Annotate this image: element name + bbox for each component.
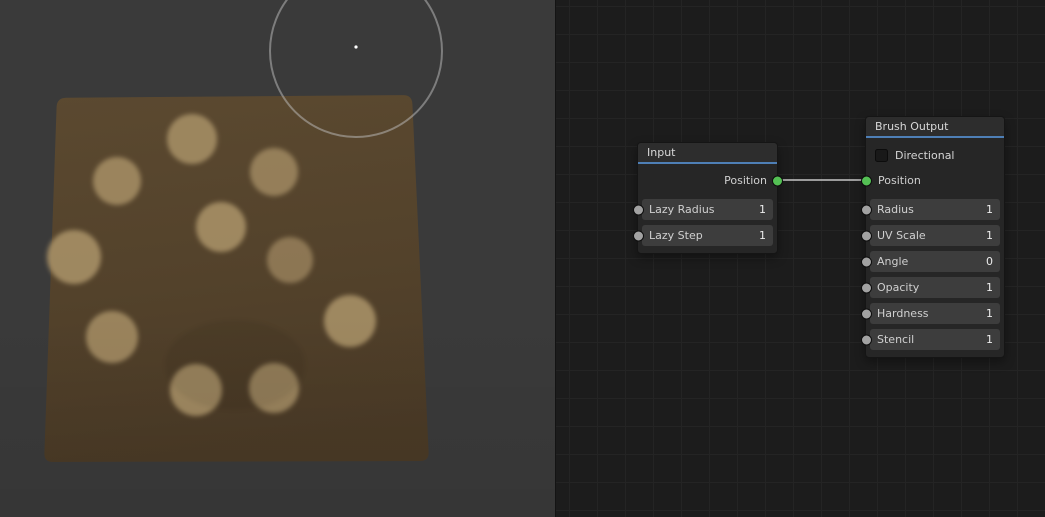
radius-field[interactable]: Radius 1 bbox=[870, 199, 1000, 220]
lazy-radius-row: Lazy Radius 1 bbox=[632, 199, 777, 220]
lazy-radius-value: 1 bbox=[759, 203, 766, 216]
radius-label: Radius bbox=[877, 203, 914, 216]
input-position-row: Position bbox=[638, 168, 783, 194]
node-editor[interactable]: Input Position Lazy Radius 1 Lazy Step 1… bbox=[555, 0, 1045, 517]
node-brush-output[interactable]: Brush Output Directional Position Radius… bbox=[860, 116, 1005, 358]
input-position-output-socket[interactable] bbox=[771, 175, 783, 187]
viewport-render bbox=[0, 0, 555, 517]
directional-checkbox[interactable] bbox=[875, 148, 888, 162]
brush-output-node-title: Brush Output bbox=[875, 120, 949, 133]
angle-label: Angle bbox=[877, 255, 909, 268]
lazy-radius-field[interactable]: Lazy Radius 1 bbox=[642, 199, 773, 220]
stencil-value: 1 bbox=[986, 333, 993, 346]
uv-scale-field[interactable]: UV Scale 1 bbox=[870, 225, 1000, 246]
angle-row: Angle 0 bbox=[860, 251, 1004, 272]
uv-scale-value: 1 bbox=[986, 229, 993, 242]
hardness-value: 1 bbox=[986, 307, 993, 320]
input-position-label: Position bbox=[724, 174, 767, 187]
radius-row: Radius 1 bbox=[860, 199, 1004, 220]
opacity-field[interactable]: Opacity 1 bbox=[870, 277, 1000, 298]
opacity-row: Opacity 1 bbox=[860, 277, 1004, 298]
uv-scale-label: UV Scale bbox=[877, 229, 926, 242]
lazy-radius-label: Lazy Radius bbox=[649, 203, 715, 216]
lazy-step-input-socket[interactable] bbox=[632, 230, 644, 241]
viewport-vignette bbox=[0, 0, 555, 517]
lazy-step-field[interactable]: Lazy Step 1 bbox=[642, 225, 773, 246]
opacity-value: 1 bbox=[986, 281, 993, 294]
brush-output-node-body: Directional Position Radius 1 UV Scale 1… bbox=[860, 138, 1004, 357]
radius-input-socket[interactable] bbox=[860, 204, 872, 215]
opacity-input-socket[interactable] bbox=[860, 282, 872, 293]
stencil-input-socket[interactable] bbox=[860, 334, 872, 345]
hardness-row: Hardness 1 bbox=[860, 303, 1004, 324]
stencil-row: Stencil 1 bbox=[860, 329, 1004, 350]
lazy-step-label: Lazy Step bbox=[649, 229, 703, 242]
node-input[interactable]: Input Position Lazy Radius 1 Lazy Step 1 bbox=[632, 142, 783, 254]
stencil-field[interactable]: Stencil 1 bbox=[870, 329, 1000, 350]
input-node-title: Input bbox=[647, 146, 676, 159]
lazy-step-row: Lazy Step 1 bbox=[632, 225, 777, 246]
hardness-field[interactable]: Hardness 1 bbox=[870, 303, 1000, 324]
brush-position-input-socket[interactable] bbox=[860, 175, 872, 187]
lazy-step-value: 1 bbox=[759, 229, 766, 242]
brush-position-label: Position bbox=[878, 174, 921, 187]
directional-label: Directional bbox=[895, 148, 955, 162]
3d-viewport[interactable] bbox=[0, 0, 555, 517]
stencil-label: Stencil bbox=[877, 333, 915, 346]
directional-row: Directional bbox=[866, 142, 1004, 168]
input-node-header[interactable]: Input bbox=[638, 143, 777, 164]
opacity-label: Opacity bbox=[877, 281, 920, 294]
angle-input-socket[interactable] bbox=[860, 256, 872, 267]
application-window: Input Position Lazy Radius 1 Lazy Step 1… bbox=[0, 0, 1045, 517]
hardness-input-socket[interactable] bbox=[860, 308, 872, 319]
uv-scale-input-socket[interactable] bbox=[860, 230, 872, 241]
brush-output-node-header[interactable]: Brush Output bbox=[866, 117, 1004, 138]
hardness-label: Hardness bbox=[877, 307, 929, 320]
angle-value: 0 bbox=[986, 255, 993, 268]
uv-scale-row: UV Scale 1 bbox=[860, 225, 1004, 246]
input-node-body: Position Lazy Radius 1 Lazy Step 1 bbox=[632, 164, 783, 253]
angle-field[interactable]: Angle 0 bbox=[870, 251, 1000, 272]
brush-cursor-center-dot bbox=[354, 45, 358, 49]
brush-position-row: Position bbox=[860, 168, 1004, 194]
lazy-radius-input-socket[interactable] bbox=[632, 204, 644, 215]
radius-value: 1 bbox=[986, 203, 993, 216]
